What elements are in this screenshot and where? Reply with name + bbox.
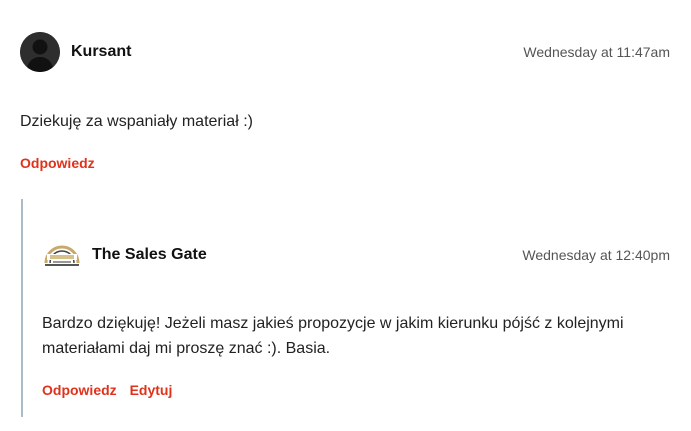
edit-button[interactable]: Edytuj [130, 382, 173, 398]
comment-actions: Odpowiedz [20, 155, 95, 171]
reply-text: Bardzo dziękuję! Jeżeli masz jakieś prop… [42, 315, 624, 357]
user-silhouette-icon [20, 32, 60, 72]
the-sales-gate-logo-icon [42, 235, 82, 275]
reply-thread-line [21, 199, 23, 417]
comment-header: Kursant Wednesday at 11:47am [20, 32, 670, 72]
comment-timestamp[interactable]: Wednesday at 11:47am [523, 44, 670, 60]
reply-actions: Odpowiedz Edytuj [42, 382, 172, 398]
reply-header: The Sales Gate Wednesday at 12:40pm [42, 235, 670, 275]
avatar [20, 32, 60, 72]
avatar [42, 235, 82, 275]
comment-text: Dziekuję za wspaniały materiał :) [20, 113, 253, 130]
comment-author[interactable]: Kursant [71, 43, 131, 61]
reply-button[interactable]: Odpowiedz [20, 155, 95, 171]
reply-button[interactable]: Odpowiedz [42, 382, 117, 398]
reply-author[interactable]: The Sales Gate [92, 246, 207, 264]
reply-timestamp[interactable]: Wednesday at 12:40pm [522, 247, 670, 263]
